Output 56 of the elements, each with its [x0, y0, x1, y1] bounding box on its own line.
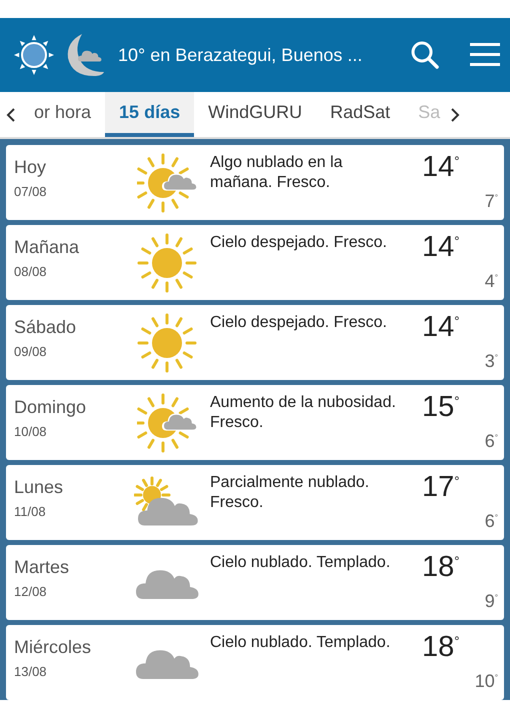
min-temperature: 4$^{°}$ [484, 271, 498, 292]
day-name: Miércoles [14, 637, 92, 658]
day-date: 08/08 [14, 264, 48, 279]
forecast-description: Cielo nublado. Templado. [210, 553, 392, 573]
min-temperature: 3$^{°}$ [484, 351, 498, 372]
chevron-left-icon[interactable] [6, 108, 16, 122]
day-name: Hoy [14, 157, 48, 178]
min-temperature: 9$^{°}$ [484, 591, 498, 612]
tab[interactable]: RadSat [316, 92, 404, 137]
sun-cloud-icon [137, 152, 197, 212]
day-date: 10/08 [14, 424, 48, 439]
sun-icon [12, 33, 56, 77]
tab[interactable]: WindGURU [194, 92, 316, 137]
max-temperature: 18$^{°}$ [422, 631, 460, 664]
sun-icon [137, 232, 197, 292]
day-date: 13/08 [14, 664, 48, 679]
max-temperature: 18$^{°}$ [422, 551, 460, 584]
tab[interactable]: or hora [22, 92, 106, 137]
day-name: Domingo [14, 397, 88, 418]
day-date: 09/08 [14, 344, 48, 359]
max-temperature: 14$^{°}$ [422, 311, 460, 344]
day-name: Mañana [14, 237, 80, 258]
day-date: 11/08 [14, 504, 47, 519]
min-temperature: 7$^{°}$ [484, 191, 498, 212]
max-temperature: 15$^{°}$ [422, 391, 460, 424]
forecast-description: Algo nublado en la mañana. Fresco. [210, 153, 344, 193]
day-name: Lunes [14, 477, 64, 498]
location-title: 10° en Berazategui, Buenos ... [118, 44, 364, 66]
forecast-description: Cielo nublado. Templado. [210, 633, 392, 653]
forecast-card[interactable]: Hoy 07/08 Algo nublado en la mañana. Fresco. 14$^{°}$ 7$^{°}$ [6, 145, 504, 220]
chevron-right-icon[interactable] [450, 108, 460, 122]
forecast-card[interactable]: Mañana 08/08 Cielo despejado. Fresco. 14$^{°}$ 4$^{°}$ [6, 225, 504, 300]
forecast-card[interactable]: Sábado 09/08 Cielo despejado. Fresco. 14$^{°}$ 3$^{°}$ [6, 305, 504, 380]
day-date: 07/08 [14, 184, 48, 199]
forecast-description: Aumento de la nubosidad. Fresco. [210, 393, 397, 433]
day-date: 12/08 [14, 584, 48, 599]
day-name: Sábado [14, 317, 78, 338]
tab[interactable]: 15 días [105, 92, 194, 137]
min-temperature: 6$^{°}$ [484, 511, 498, 532]
min-temperature: 10$^{°}$ [474, 671, 498, 692]
min-temperature: 6$^{°}$ [484, 431, 498, 452]
max-temperature: 14$^{°}$ [422, 231, 460, 264]
max-temperature: 17$^{°}$ [422, 471, 460, 504]
forecast-card[interactable]: Martes 12/08 Cielo nublado. Templado. 18$^{°}$ 9$^{°}$ [6, 545, 504, 620]
forecast-description: Cielo despejado. Fresco. [210, 233, 388, 253]
forecast-card[interactable]: Miércoles 13/08 Cielo nublado. Templado. 18$^{°}$ 10$^{°}$ [6, 625, 504, 700]
max-temperature: 14$^{°}$ [422, 151, 460, 184]
sun-icon [137, 312, 197, 372]
sun-cloud-icon [137, 392, 197, 452]
forecast-card[interactable]: Lunes 11/08 Parcialmente nublado. Fresco. 17$^{°}$ 6$^{°}$ [6, 465, 504, 540]
day-name: Martes [14, 557, 70, 578]
forecast-description: Cielo despejado. Fresco. [210, 313, 388, 333]
search-icon[interactable] [410, 40, 440, 70]
forecast-card[interactable]: Domingo 10/08 Aumento de la nubosidad. Fresco. 15$^{°}$ 6$^{°}$ [6, 385, 504, 460]
forecast-description: Parcialmente nublado. Fresco. [210, 473, 370, 513]
menu-icon[interactable] [470, 42, 500, 68]
